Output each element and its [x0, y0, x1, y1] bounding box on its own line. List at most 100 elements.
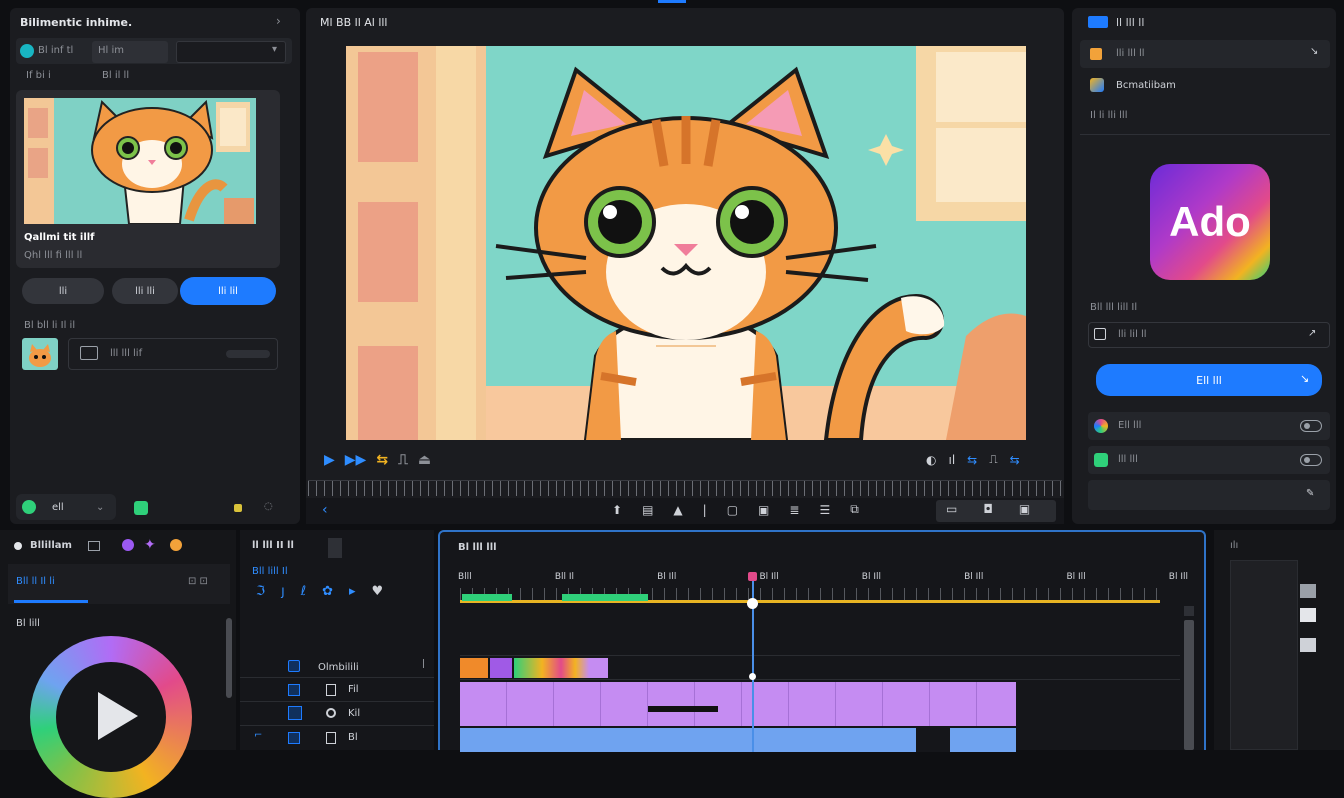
- clip-purple-gap: [648, 706, 718, 712]
- status-label: ell: [52, 502, 64, 513]
- scrub-ruler[interactable]: [308, 480, 1062, 496]
- align-icon[interactable]: ☰: [819, 503, 830, 517]
- timeline-scrollbar[interactable]: [1184, 620, 1194, 750]
- tab-primary[interactable]: Bl inf tl: [38, 45, 73, 56]
- swap-icon[interactable]: ⇆: [1010, 453, 1020, 467]
- layer-3-badge-icon[interactable]: [288, 732, 300, 744]
- layers-subtitle: Bll lill Il: [252, 566, 288, 577]
- swatch-3[interactable]: [1300, 638, 1316, 652]
- effects-options-icon[interactable]: ⊡ ⊡: [188, 576, 208, 587]
- layers-expand-icon[interactable]: [328, 538, 342, 558]
- timeline-scroll-top[interactable]: [1184, 606, 1194, 616]
- toggle-switch-1[interactable]: [1300, 420, 1322, 432]
- marker-icon[interactable]: ⎍: [398, 452, 408, 468]
- monitor-icon[interactable]: ▭: [946, 502, 957, 516]
- track-menu-icon[interactable]: ꟾ: [422, 660, 425, 671]
- toggle-label-2: lll lll: [1118, 454, 1138, 465]
- folder-icon[interactable]: [88, 541, 100, 551]
- back-icon[interactable]: ‹: [322, 502, 328, 518]
- effects-tab[interactable]: Bll ll Il li: [16, 576, 55, 587]
- swatch-2[interactable]: [1300, 608, 1316, 622]
- action-button-1[interactable]: lli: [22, 278, 104, 304]
- layer-3-eye-icon[interactable]: [326, 732, 336, 744]
- playhead-handle[interactable]: [747, 598, 758, 609]
- primary-action-button[interactable]: Ell lll: [1096, 364, 1322, 396]
- effects-scrollbar[interactable]: [226, 618, 232, 698]
- preview-thumbnail: [24, 98, 256, 224]
- layers-panel: ll lll II ll Bll lill Il ℑ ȷ ℓ ✿ ▸ ♥ Olm…: [240, 530, 434, 750]
- effects-panel: Bllillam ✦ Bll ll Il li ⊡ ⊡ Bl lill: [0, 530, 236, 798]
- export-icon[interactable]: ⏏: [418, 452, 431, 468]
- clip-orange[interactable]: [460, 658, 488, 678]
- toggle-switch-2[interactable]: [1300, 454, 1322, 466]
- pen-tool-icon[interactable]: ȷ: [281, 584, 285, 599]
- list-icon[interactable]: ≣: [789, 503, 799, 517]
- ado-logo[interactable]: Ado: [1150, 164, 1270, 280]
- play-ring-icon[interactable]: [30, 636, 192, 798]
- action-row[interactable]: [1088, 480, 1330, 510]
- toggle-label-1: Ell lll: [1118, 420, 1142, 431]
- chevron-down-icon[interactable]: ▾: [272, 44, 277, 55]
- copy-icon[interactable]: ▢: [727, 503, 738, 517]
- arrow-icon[interactable]: ↘: [1310, 46, 1318, 57]
- layer-1-badge-icon[interactable]: [288, 684, 300, 696]
- heart-icon[interactable]: ♥: [372, 584, 384, 599]
- settings-icon[interactable]: ◌: [264, 501, 273, 512]
- pointer-icon[interactable]: ⬆: [612, 503, 622, 517]
- dropdown[interactable]: [176, 41, 286, 63]
- orange-badge-icon[interactable]: [170, 539, 182, 551]
- clip-purple-long[interactable]: [460, 682, 1016, 726]
- clip-purple[interactable]: [490, 658, 512, 678]
- layers-icon[interactable]: ⧉: [850, 502, 859, 517]
- status-chevron-icon[interactable]: ⌄: [96, 502, 104, 513]
- play-small-icon[interactable]: ▸: [349, 584, 356, 599]
- loop-icon[interactable]: ⇆: [376, 452, 388, 468]
- asset-thumbnail[interactable]: [22, 338, 58, 370]
- plugin-icon[interactable]: [20, 44, 34, 58]
- playhead-top-handle[interactable]: [748, 572, 757, 581]
- timeline-tick-labels: Blll Bll Il Bl Ill Bl Ill Bl Ill Bl Ill …: [458, 572, 1188, 582]
- viewer-toolbar-icons: ⬆ ▤ ▲ | ▢ ▣ ≣ ☰ ⧉: [612, 502, 859, 517]
- star-icon[interactable]: ✦: [144, 537, 156, 553]
- clip-multicolor[interactable]: [514, 658, 608, 678]
- layer-2-eye-icon[interactable]: [326, 708, 336, 718]
- preview-subtitle: Qhl lll fi lll ll: [24, 250, 83, 261]
- grid-icon[interactable]: ▤: [642, 503, 653, 517]
- shield-icon: [1094, 453, 1108, 467]
- primary-arrow-icon[interactable]: ↘: [1300, 372, 1309, 385]
- timeline-title: Bl lll lll: [458, 542, 497, 553]
- fast-forward-icon[interactable]: ▶▶: [345, 452, 367, 468]
- lock-icon[interactable]: ▣: [1019, 502, 1030, 516]
- play-icon[interactable]: ▶: [324, 452, 335, 468]
- camera-icon[interactable]: ◘: [983, 502, 993, 516]
- effects-tab-underline: [14, 600, 88, 603]
- expand-icon[interactable]: ↗: [1308, 328, 1316, 339]
- track-badge-icon[interactable]: [288, 660, 300, 672]
- layer-1-label: Fil: [348, 684, 359, 695]
- pen-icon[interactable]: ✎: [1306, 488, 1314, 499]
- purple-badge-icon[interactable]: [122, 539, 134, 551]
- action-button-2[interactable]: lli lli: [112, 278, 178, 304]
- close-icon[interactable]: ›: [276, 14, 281, 28]
- levels-icon[interactable]: ıl: [948, 453, 955, 467]
- action-button-primary[interactable]: lli lil: [180, 277, 276, 305]
- text-tool-icon[interactable]: ℓ: [301, 584, 306, 599]
- effects-title: Bllillam: [30, 540, 72, 551]
- layer-2-label: Kil: [348, 708, 361, 719]
- frame-icon[interactable]: ⎍: [989, 452, 997, 467]
- shape-icon[interactable]: ▲: [673, 503, 682, 517]
- tick-label-5: Bl Ill: [861, 572, 881, 582]
- sync-icon[interactable]: ⇆: [967, 453, 977, 467]
- video-canvas[interactable]: [346, 46, 1026, 440]
- tick-label-4: Bl Ill: [759, 572, 779, 582]
- tab-secondary[interactable]: Hl im: [92, 41, 168, 63]
- brush-icon[interactable]: ℑ: [256, 584, 265, 599]
- swatch-1[interactable]: [1300, 584, 1316, 598]
- contrast-icon[interactable]: ◐: [926, 453, 936, 467]
- crop-icon[interactable]: ▣: [758, 503, 769, 517]
- green-badge-icon[interactable]: [134, 501, 148, 515]
- gear-icon[interactable]: ✿: [322, 584, 333, 599]
- layer-2-badge-icon[interactable]: [288, 706, 302, 720]
- layer-1-eye-icon[interactable]: [326, 684, 336, 696]
- preview-card[interactable]: Qallmi tit illf Qhl lll fi lll ll: [16, 90, 280, 268]
